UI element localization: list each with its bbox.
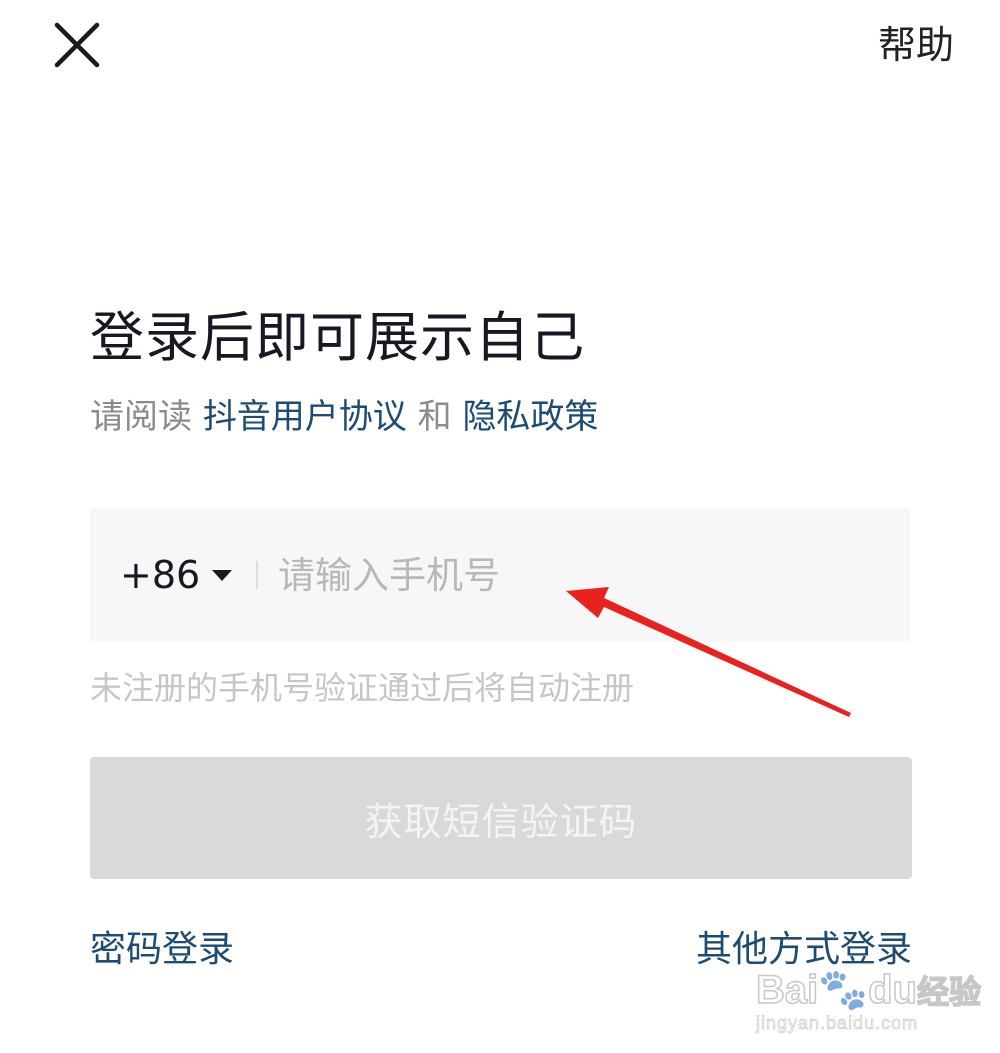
other-login-link[interactable]: 其他方式登录 bbox=[696, 926, 912, 974]
country-code-selector[interactable]: +86 bbox=[120, 549, 233, 601]
watermark-brand: Bai🐾du经验 bbox=[755, 967, 982, 1014]
agreement-and: 和 bbox=[406, 397, 463, 437]
phone-input[interactable] bbox=[278, 544, 878, 606]
watermark-brand-du: du bbox=[867, 967, 917, 1013]
agreement-prefix: 请阅读 bbox=[90, 397, 203, 437]
password-login-link[interactable]: 密码登录 bbox=[90, 926, 234, 974]
auto-register-hint: 未注册的手机号验证通过后将自动注册 bbox=[90, 669, 635, 707]
phone-field-container: +86 bbox=[90, 508, 910, 642]
caret-down-icon bbox=[212, 569, 233, 581]
paw-icon: 🐾 bbox=[818, 967, 869, 1013]
user-agreement-link[interactable]: 抖音用户协议 bbox=[203, 397, 407, 437]
privacy-policy-link[interactable]: 隐私政策 bbox=[462, 397, 598, 437]
watermark-url: jingyan.baidu.com bbox=[756, 1013, 919, 1034]
watermark-brand-latin: Bai bbox=[755, 967, 819, 1013]
close-button[interactable] bbox=[52, 22, 102, 68]
baidu-watermark: Bai🐾du经验 jingyan.baidu.com bbox=[748, 967, 981, 1038]
get-sms-code-button[interactable]: 获取短信验证码 bbox=[90, 757, 912, 879]
help-link[interactable]: 帮助 bbox=[878, 22, 954, 68]
close-icon bbox=[54, 22, 100, 68]
country-code-label: +86 bbox=[120, 553, 201, 597]
field-divider bbox=[256, 561, 258, 589]
watermark-brand-cn: 经验 bbox=[916, 972, 982, 1012]
agreement-text: 请阅读 抖音用户协议 和 隐私政策 bbox=[90, 393, 598, 441]
page-title: 登录后即可展示自己 bbox=[90, 306, 585, 369]
